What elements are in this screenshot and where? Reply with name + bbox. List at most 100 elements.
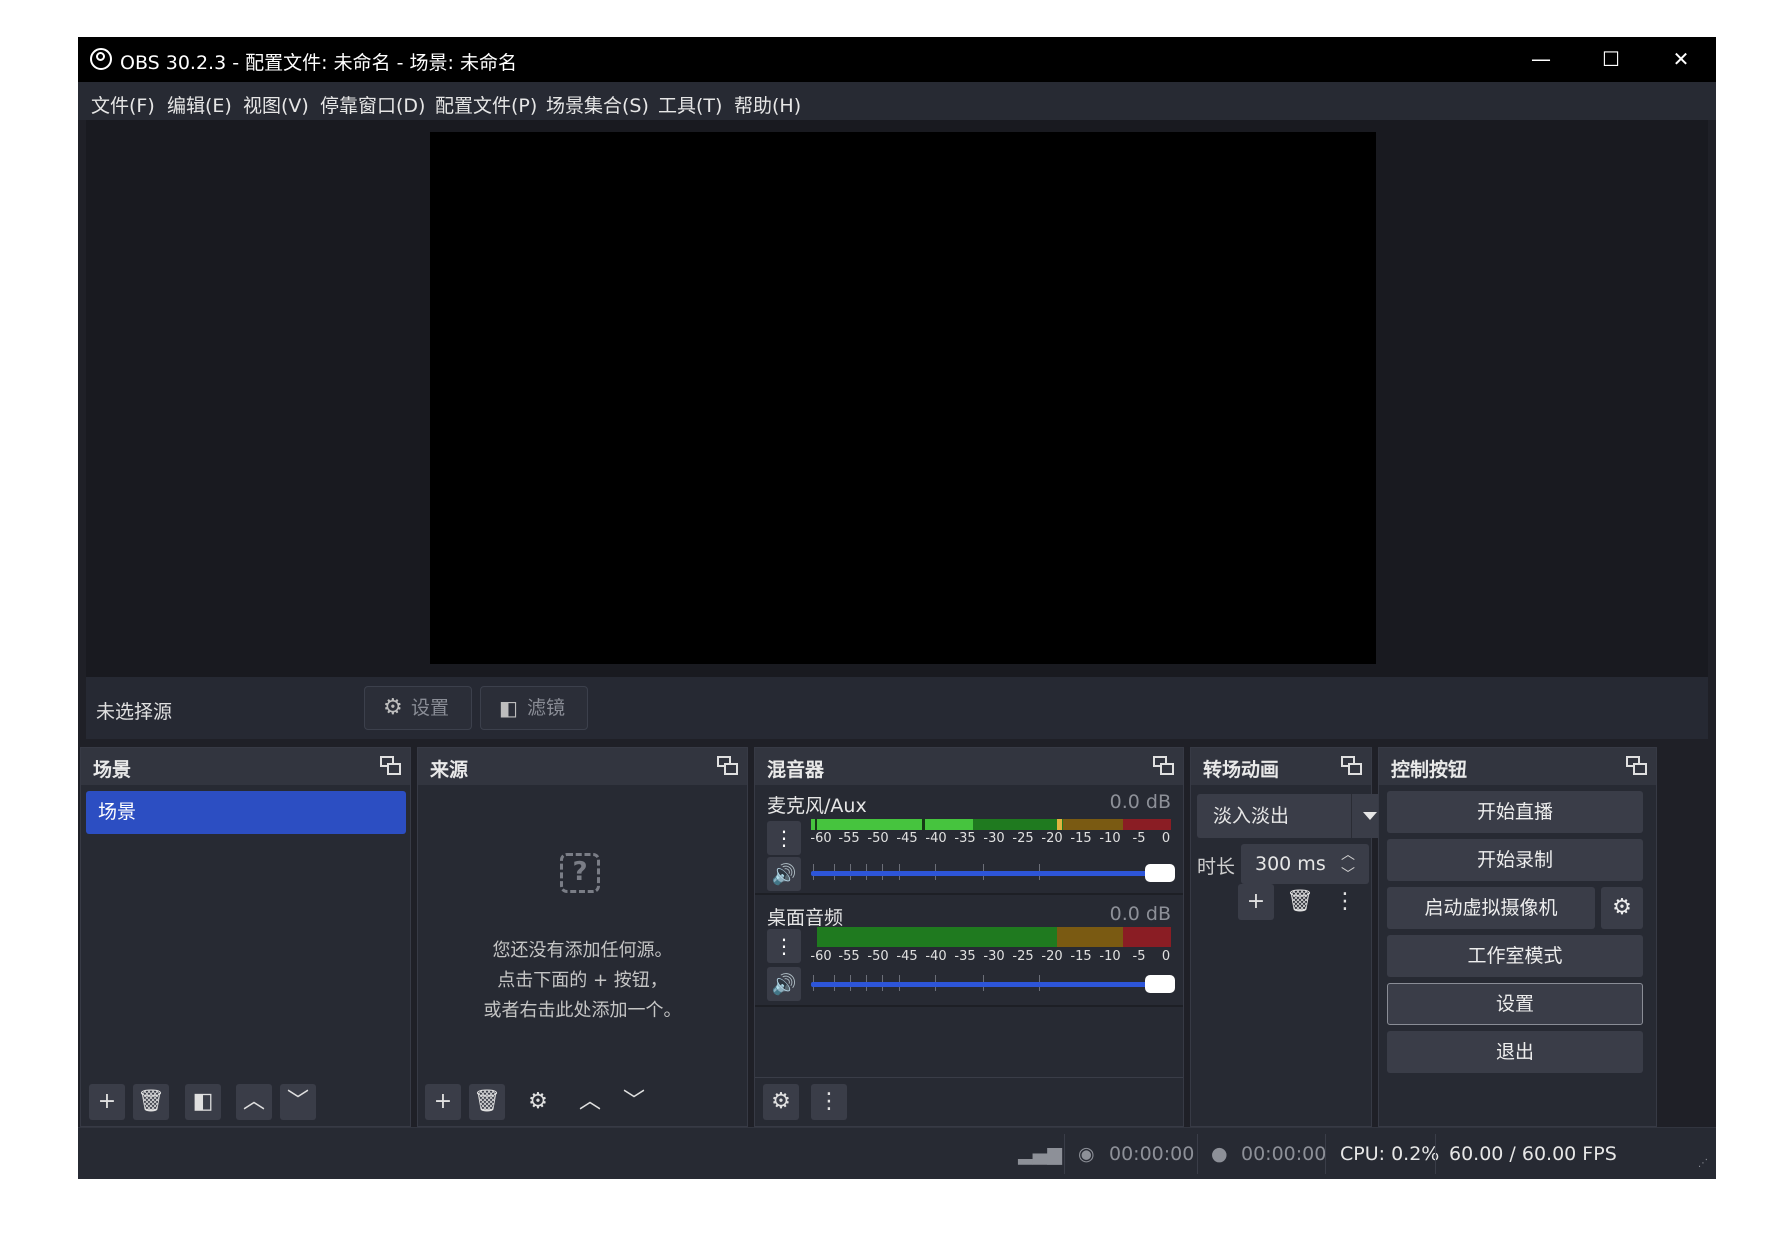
sources-empty-line-3: 或者右击此处添加一个。 [483, 1000, 682, 1021]
tick-label: -40 [925, 949, 947, 964]
transition-menu-button[interactable]: ⋮ [1327, 884, 1363, 920]
mixer-toolbar: ⚙ ⋮ [755, 1077, 1183, 1126]
remove-scene-button[interactable]: 🗑 [133, 1084, 169, 1120]
move-source-up-button[interactable]: ︿ [572, 1084, 608, 1120]
scenes-dock: 场景 场景 + 🗑 ◧ ︿ ﹀ [80, 747, 411, 1127]
source-properties-gear-button[interactable]: ⚙ [520, 1084, 556, 1120]
controls-dock: 控制按钮 开始直播 开始录制 启动虚拟摄像机 ⚙ 工作室模式 设置 退出 [1378, 747, 1657, 1127]
menu-docks[interactable]: 停靠窗口(D) [320, 91, 425, 118]
tick-label: -15 [1070, 949, 1092, 964]
record-status-icon: ● [1211, 1143, 1228, 1165]
undock-icon[interactable] [1626, 756, 1648, 776]
start-virtual-camera-button[interactable]: 启动虚拟摄像机 [1387, 887, 1595, 929]
mixer-dock-title: 混音器 [767, 759, 825, 781]
tick-label: -50 [867, 949, 889, 964]
volume-meter [817, 927, 1171, 947]
tick-label: -10 [1099, 949, 1121, 964]
virtual-camera-gear-icon[interactable]: ⚙ [1601, 887, 1643, 929]
spin-down-icon[interactable]: ﹀ [1341, 864, 1355, 884]
tick-label: -60 [810, 831, 832, 846]
cpu-usage: CPU: 0.2% [1340, 1143, 1440, 1165]
start-recording-button[interactable]: 开始录制 [1387, 839, 1643, 881]
scene-filters-button[interactable]: ◧ [185, 1084, 221, 1120]
tick-label: -60 [810, 949, 832, 964]
duration-label: 时长 [1197, 856, 1236, 878]
undock-icon[interactable] [717, 756, 739, 776]
scene-item[interactable]: 场景 [86, 791, 406, 834]
no-source-label: 未选择源 [96, 701, 173, 723]
transition-select-value: 淡入淡出 [1213, 805, 1290, 827]
close-button[interactable]: ✕ [1646, 37, 1716, 82]
controls-dock-header: 控制按钮 [1379, 748, 1656, 785]
remove-transition-button[interactable]: 🗑 [1282, 884, 1318, 920]
menu-scene-collection[interactable]: 场景集合(S) [546, 91, 649, 118]
preview-canvas[interactable] [430, 132, 1376, 664]
menu-edit[interactable]: 编辑(E) [167, 91, 232, 118]
source-properties-button[interactable]: ⚙ 设置 [364, 686, 472, 730]
channel-menu-button[interactable]: ⋮ [767, 821, 801, 855]
mixer-channel-desktop: 桌面音频 0.0 dB -60 -55 -50 -45 -40 -35 -30 … [755, 897, 1183, 1007]
tick-label: -45 [896, 949, 918, 964]
channel-level: 0.0 dB [1109, 791, 1171, 813]
signal-strength-icon: ▂▄▆ [1018, 1143, 1062, 1165]
tick-label: -35 [954, 831, 976, 846]
advanced-audio-gear-icon[interactable]: ⚙ [763, 1084, 799, 1120]
tick-label: 0 [1161, 949, 1171, 964]
volume-slider[interactable] [811, 975, 1175, 993]
transition-select[interactable]: 淡入淡出 [1197, 794, 1388, 838]
undock-icon[interactable] [380, 756, 402, 776]
menu-tools[interactable]: 工具(T) [658, 91, 722, 118]
volume-slider-handle[interactable] [1145, 975, 1175, 993]
mute-speaker-icon[interactable]: 🔊 [767, 967, 801, 1001]
title-bar: OBS 30.2.3 - 配置文件: 未命名 - 场景: 未命名 — ☐ ✕ [78, 37, 1716, 82]
minimize-button[interactable]: — [1506, 37, 1576, 82]
obs-window: OBS 30.2.3 - 配置文件: 未命名 - 场景: 未命名 — ☐ ✕ 文… [78, 37, 1716, 1179]
stream-time: 00:00:00 [1109, 1143, 1195, 1165]
scenes-dock-title: 场景 [93, 759, 132, 781]
menu-help[interactable]: 帮助(H) [734, 91, 801, 118]
menu-bar: 文件(F) 编辑(E) 视图(V) 停靠窗口(D) 配置文件(P) 场景集合(S… [78, 82, 1716, 120]
add-scene-button[interactable]: + [89, 1084, 125, 1120]
spin-up-icon[interactable]: ︿ [1341, 844, 1355, 864]
move-scene-down-button[interactable]: ﹀ [280, 1084, 316, 1120]
menu-file[interactable]: 文件(F) [91, 91, 155, 118]
channel-level: 0.0 dB [1109, 903, 1171, 925]
mixer-dock-header: 混音器 [755, 748, 1183, 785]
mixer-menu-button[interactable]: ⋮ [811, 1084, 847, 1120]
scenes-dock-header: 场景 [81, 748, 410, 785]
undock-icon[interactable] [1153, 756, 1175, 776]
source-filters-button[interactable]: ◧ 滤镜 [480, 686, 588, 730]
tick-label: -40 [925, 831, 947, 846]
move-source-down-button[interactable]: ﹀ [616, 1084, 652, 1120]
maximize-button[interactable]: ☐ [1576, 37, 1646, 82]
status-bar: ▂▄▆ ◉ 00:00:00 ● 00:00:00 CPU: 0.2% 60.0… [78, 1127, 1716, 1179]
channel-name: 桌面音频 [767, 907, 844, 929]
exit-button[interactable]: 退出 [1387, 1031, 1643, 1073]
start-streaming-button[interactable]: 开始直播 [1387, 791, 1643, 833]
tick-label: -5 [1132, 949, 1146, 964]
remove-source-button[interactable]: 🗑 [469, 1084, 505, 1120]
menu-profile[interactable]: 配置文件(P) [435, 91, 537, 118]
channel-menu-button[interactable]: ⋮ [767, 929, 801, 963]
add-transition-button[interactable]: + [1238, 884, 1274, 920]
menu-view[interactable]: 视图(V) [243, 91, 309, 118]
sources-dock-title: 来源 [430, 759, 469, 781]
tick-label: -30 [983, 949, 1005, 964]
resize-grip-icon[interactable]: ⋰ [1698, 1158, 1708, 1169]
tick-label: -50 [867, 831, 889, 846]
move-scene-up-button[interactable]: ︿ [236, 1084, 272, 1120]
mute-speaker-icon[interactable]: 🔊 [767, 857, 801, 891]
tick-label: -35 [954, 949, 976, 964]
record-time: 00:00:00 [1241, 1143, 1327, 1165]
tick-label: -10 [1099, 831, 1121, 846]
tick-label: -15 [1070, 831, 1092, 846]
tick-label: -25 [1012, 949, 1034, 964]
source-filters-label: 滤镜 [527, 697, 566, 719]
sources-dock-header: 来源 [418, 748, 747, 785]
volume-slider-handle[interactable] [1145, 864, 1175, 882]
add-source-button[interactable]: + [425, 1084, 461, 1120]
settings-button[interactable]: 设置 [1387, 983, 1643, 1025]
undock-icon[interactable] [1341, 756, 1363, 776]
studio-mode-button[interactable]: 工作室模式 [1387, 935, 1643, 977]
volume-slider[interactable] [811, 864, 1175, 882]
